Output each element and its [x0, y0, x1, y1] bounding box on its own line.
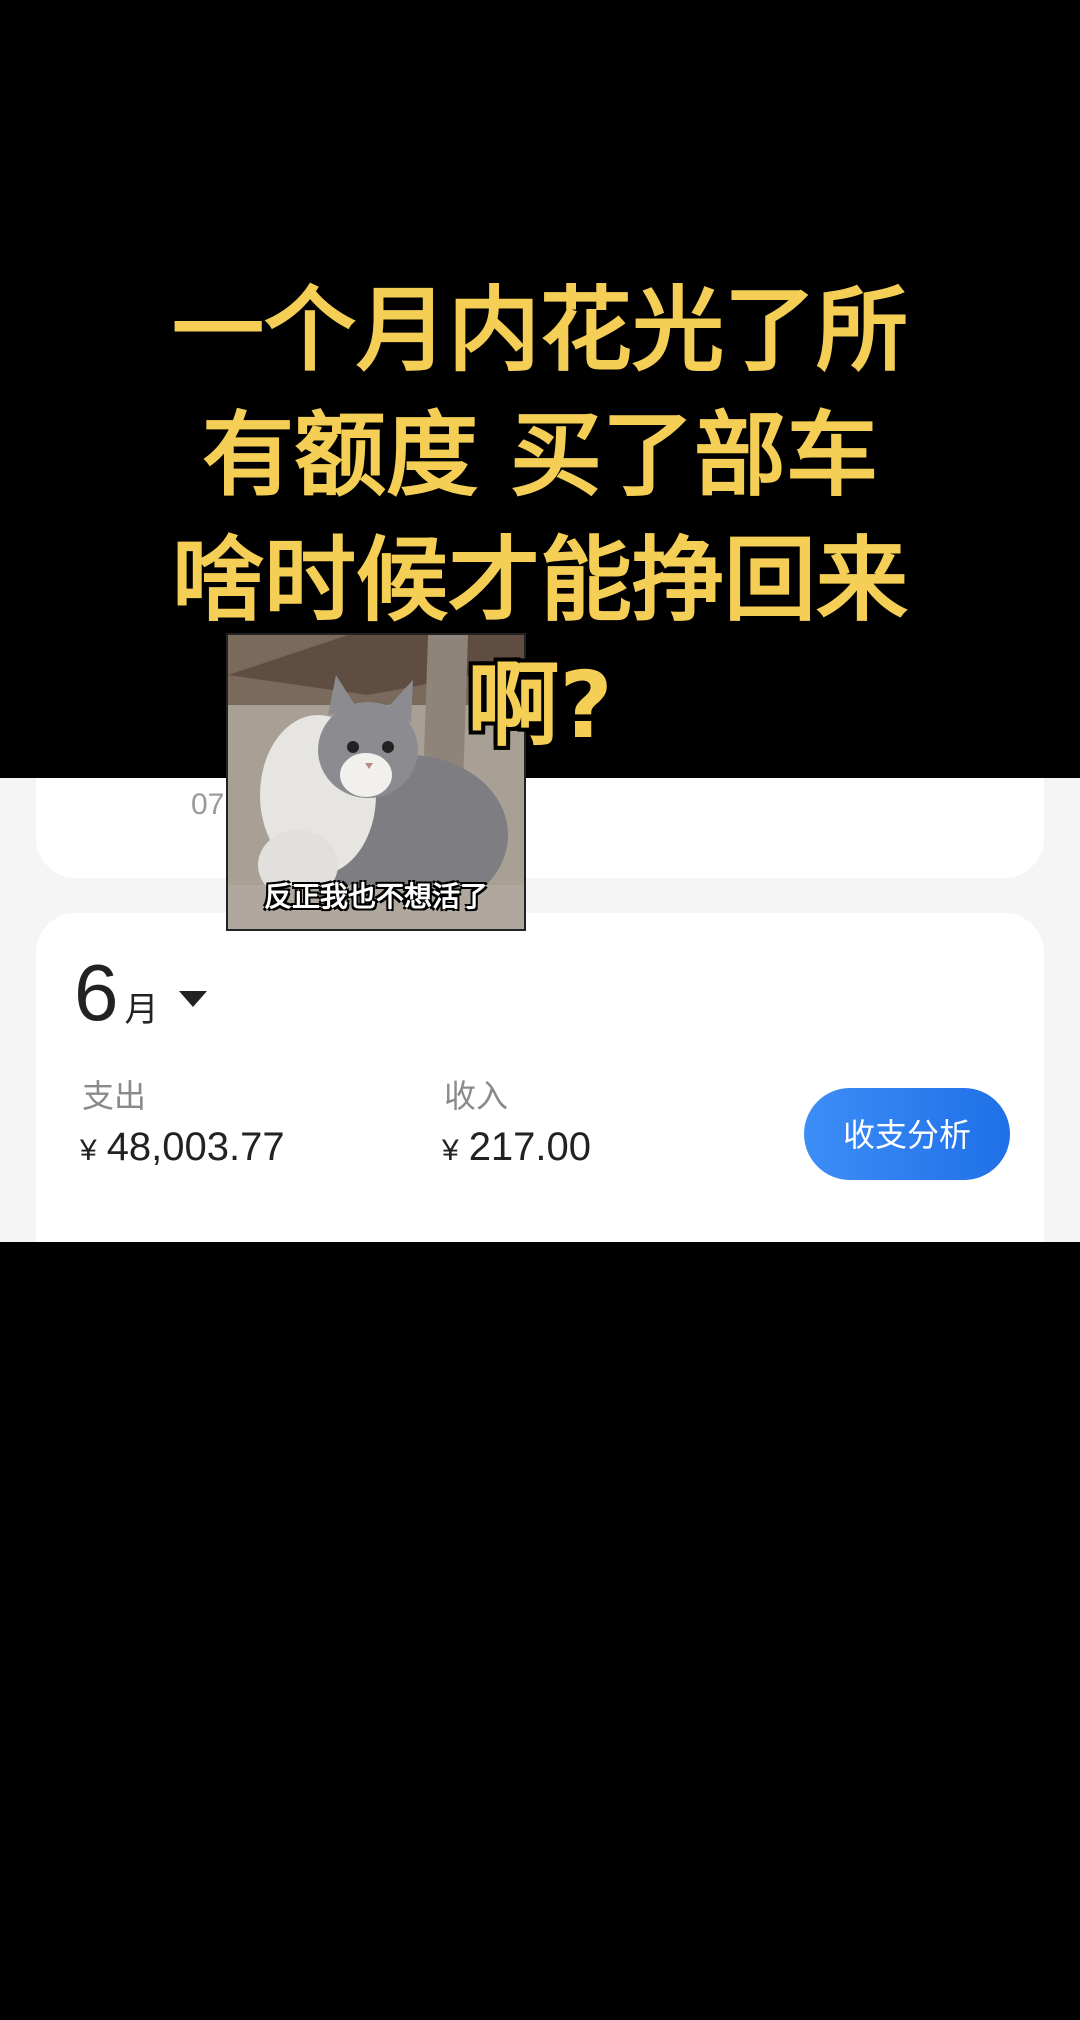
month-number: 6 — [74, 948, 119, 1037]
app-screenshot: 07 6 月 支出 ¥48,003.77 收入 ¥217.00 收支分析 — [0, 778, 1080, 1242]
income-amount: ¥217.00 — [442, 1125, 591, 1170]
income-currency: ¥ — [442, 1134, 459, 1167]
expense-currency: ¥ — [80, 1134, 97, 1167]
expense-label: 支出 — [82, 1077, 147, 1115]
income-value: 217.00 — [468, 1125, 592, 1169]
caption-line-4: 啊? — [467, 652, 613, 759]
expense-amount: ¥48,003.77 — [80, 1125, 285, 1170]
expense-value: 48,003.77 — [106, 1125, 285, 1169]
month-selector[interactable]: 6 月 — [74, 953, 207, 1033]
bottom-black-band — [0, 1242, 1080, 2020]
income-expense-analysis-button[interactable]: 收支分析 — [804, 1088, 1010, 1180]
income-label: 收入 — [444, 1077, 509, 1115]
overlay-caption: 一个月内花光了所 有额度 买了部车 啥时候才能挣回来 啊? — [0, 268, 1080, 768]
caret-down-icon — [178, 991, 207, 1007]
month-unit: 月 — [124, 990, 159, 1030]
caption-line-3: 啥时候才能挣回来 — [171, 527, 908, 634]
monthly-summary-card: 6 月 支出 ¥48,003.77 收入 ¥217.00 收支分析 — [36, 913, 1044, 1242]
meme-caption: 反正我也不想活了 — [263, 880, 488, 913]
previous-record-card[interactable]: 07 — [36, 778, 1044, 878]
record-date: 07 — [191, 788, 225, 821]
caption-line-1: 一个月内花光了所 — [171, 277, 908, 384]
caption-line-2: 有额度 买了部车 — [201, 402, 879, 509]
